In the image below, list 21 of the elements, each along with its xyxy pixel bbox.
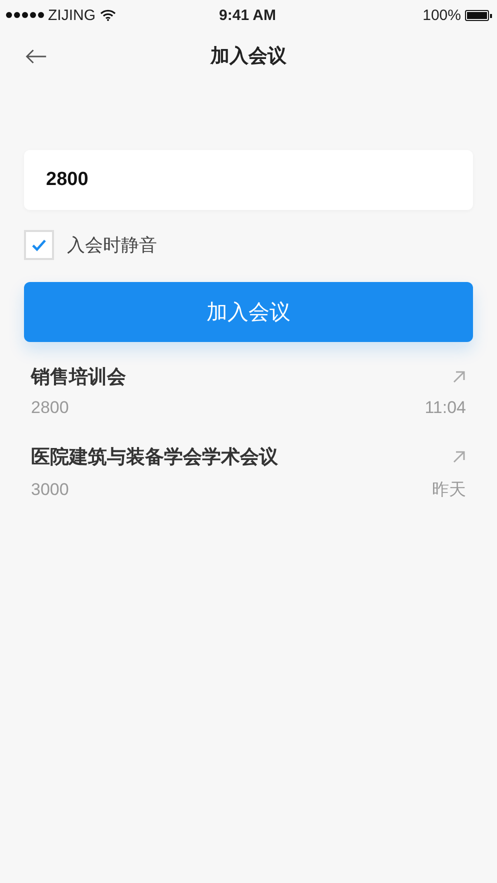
- meeting-time: 11:04: [424, 398, 466, 418]
- mute-label: 入会时静音: [67, 234, 157, 257]
- arrow-icon: [452, 370, 466, 384]
- mute-checkbox[interactable]: [24, 230, 54, 260]
- meeting-number-field[interactable]: 2800: [24, 150, 473, 210]
- wifi-icon: [100, 9, 116, 21]
- recent-meeting-item[interactable]: 销售培训会 2800 11:04: [31, 364, 466, 418]
- page-title: 加入会议: [210, 44, 286, 69]
- signal-icon: [6, 12, 44, 18]
- battery-percent: 100%: [422, 6, 461, 24]
- clock-time: 9:41 AM: [219, 6, 276, 24]
- meeting-number: 3000: [31, 480, 69, 500]
- back-arrow-icon[interactable]: [25, 49, 47, 64]
- meeting-name: 销售培训会: [31, 365, 126, 390]
- recent-meeting-item[interactable]: 医院建筑与装备学会学术会议 3000 昨天: [31, 444, 466, 501]
- carrier-name: ZIJING: [48, 6, 96, 24]
- meeting-name: 医院建筑与装备学会学术会议: [31, 445, 278, 470]
- meeting-number: 2800: [31, 398, 69, 418]
- battery-icon: [465, 10, 489, 20]
- meeting-time: 昨天: [432, 479, 466, 501]
- arrow-icon: [452, 450, 466, 464]
